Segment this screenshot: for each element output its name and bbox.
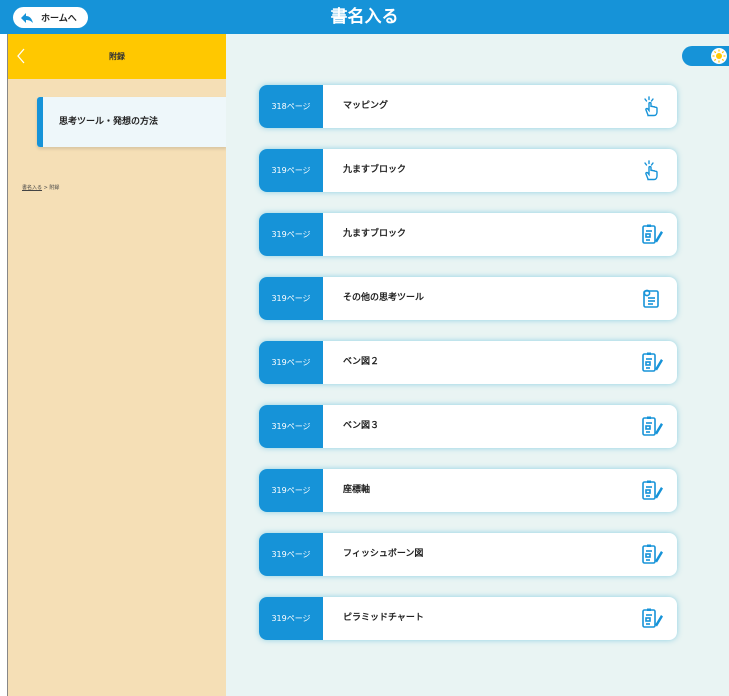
worksheet-edit-icon xyxy=(639,543,663,567)
tap-hand-icon xyxy=(639,159,663,183)
tap-hand-icon xyxy=(639,95,663,119)
list-item-title: ベン図２ xyxy=(343,357,380,367)
list-item[interactable]: 319ページ 座標軸 xyxy=(259,469,677,512)
page-number-badge: 319ページ xyxy=(259,405,323,448)
page-number-badge: 319ページ xyxy=(259,597,323,640)
home-button-label: ホームへ xyxy=(41,14,77,24)
list-item[interactable]: 319ページ ピラミッドチャート xyxy=(259,597,677,640)
worksheet-edit-icon xyxy=(639,607,663,631)
sidebar-item-thinking-tools[interactable]: 思考ツール・発想の方法 xyxy=(37,97,227,147)
list-item[interactable]: 319ページ その他の思考ツール xyxy=(259,277,677,320)
app-window: 書名入る ホームへ 附録 思考ツール・発想の方法 書名入る > 附録 318ペー… xyxy=(0,0,729,696)
breadcrumb-link-home[interactable]: 書名入る xyxy=(22,185,42,191)
list-item[interactable]: 318ページ マッピング xyxy=(259,85,677,128)
breadcrumb: 書名入る > 附録 xyxy=(22,184,59,191)
sidebar-item-label: 思考ツール・発想の方法 xyxy=(59,117,159,127)
theme-toggle[interactable] xyxy=(682,46,729,66)
worksheet-edit-icon xyxy=(639,223,663,247)
list-item-title: ピラミッドチャート xyxy=(343,613,424,623)
list-item-title: 九ますブロック xyxy=(343,165,407,175)
breadcrumb-current: 附録 xyxy=(49,185,60,191)
worksheet-edit-icon xyxy=(639,479,663,503)
list-item[interactable]: 319ページ フィッシュボーン図 xyxy=(259,533,677,576)
page-number-badge: 319ページ xyxy=(259,469,323,512)
list-item[interactable]: 319ページ ベン図３ xyxy=(259,405,677,448)
sidebar: 附録 思考ツール・発想の方法 書名入る > 附録 xyxy=(7,34,227,696)
worksheet-edit-icon xyxy=(639,415,663,439)
worksheet-edit-icon xyxy=(639,351,663,375)
page-number-badge: 319ページ xyxy=(259,277,323,320)
page-number-badge: 318ページ xyxy=(259,85,323,128)
main-content: 318ページ マッピング 319ページ 九ますブロック 319ページ 九ますブロ… xyxy=(226,34,729,696)
list-item[interactable]: 319ページ ベン図２ xyxy=(259,341,677,384)
list-item-title: その他の思考ツール xyxy=(343,293,425,303)
list-item[interactable]: 319ページ 九ますブロック xyxy=(259,213,677,256)
page-number-badge: 319ページ xyxy=(259,341,323,384)
home-button[interactable]: ホームへ xyxy=(13,7,88,28)
sun-icon xyxy=(711,48,727,64)
back-arrow-icon xyxy=(18,10,36,26)
list-item-title: マッピング xyxy=(343,101,389,111)
page-number-badge: 319ページ xyxy=(259,149,323,192)
page-number-badge: 319ページ xyxy=(259,213,323,256)
page-title: 書名入る xyxy=(330,7,399,27)
list-item-title: フィッシュボーン図 xyxy=(343,549,424,559)
sidebar-title: 附録 xyxy=(109,52,125,61)
sidebar-header: 附録 xyxy=(8,34,226,79)
list-item-title: 九ますブロック xyxy=(343,229,407,239)
page-number-badge: 319ページ xyxy=(259,533,323,576)
app-header: 書名入る ホームへ xyxy=(0,0,729,34)
list-item-title: 座標軸 xyxy=(343,485,371,495)
list-item-title: ベン図３ xyxy=(343,421,380,431)
selected-indicator xyxy=(37,97,43,147)
idea-list-icon xyxy=(639,287,663,311)
list-item[interactable]: 319ページ 九ますブロック xyxy=(259,149,677,192)
